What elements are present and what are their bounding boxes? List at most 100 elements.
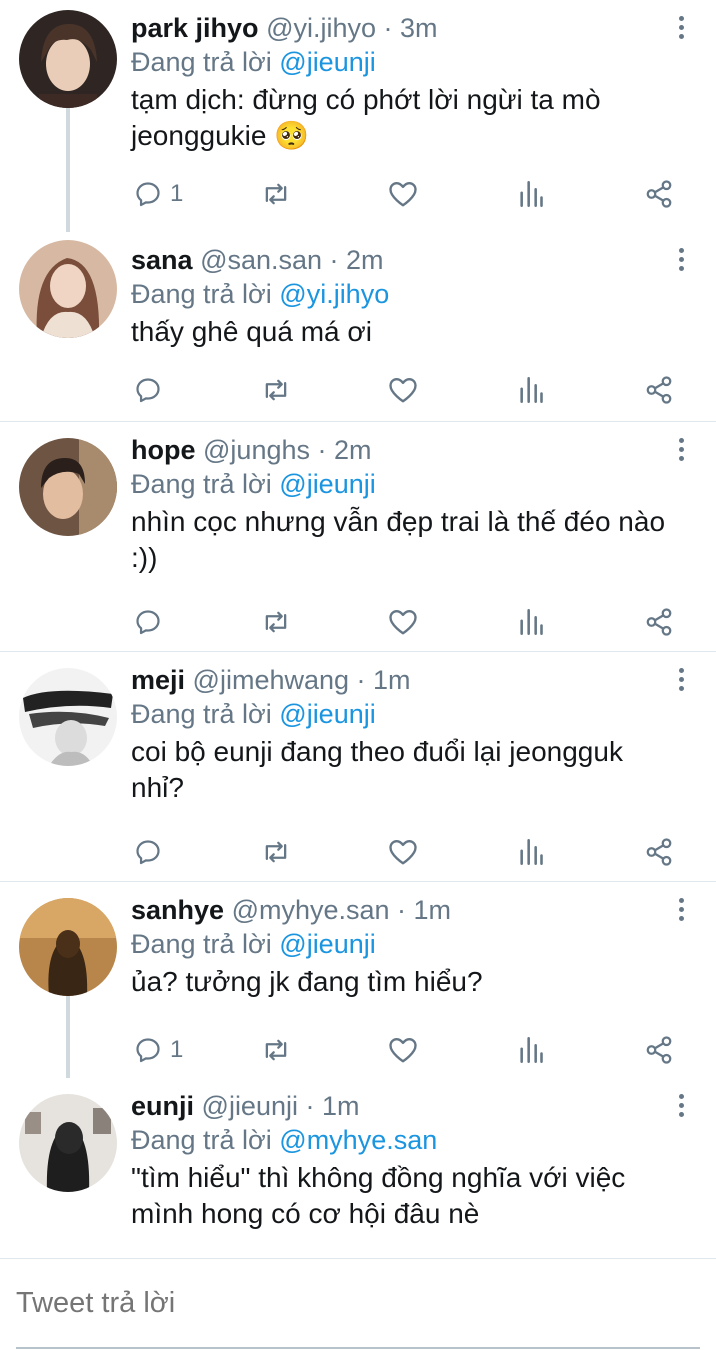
reply-icon xyxy=(136,610,160,635)
retweet-button[interactable] xyxy=(260,832,292,872)
more-icon[interactable] xyxy=(670,668,692,694)
reply-button[interactable]: 1 xyxy=(134,174,183,214)
stats-button[interactable] xyxy=(518,1030,544,1070)
like-icon xyxy=(389,1037,417,1063)
avatar[interactable] xyxy=(19,1094,117,1192)
reply-input[interactable] xyxy=(16,1287,393,1320)
reply-to-handle[interactable]: @myhye.san xyxy=(279,1125,437,1155)
stats-icon xyxy=(520,839,543,865)
reply-count: 1 xyxy=(170,180,184,207)
tweet-actions xyxy=(0,602,716,642)
stats-button[interactable] xyxy=(518,370,544,410)
retweet-icon xyxy=(265,841,287,863)
reply-prefix: Đang trả lời xyxy=(131,469,272,499)
share-icon xyxy=(646,1036,672,1064)
share-button[interactable] xyxy=(644,370,674,410)
avatar[interactable] xyxy=(19,668,117,766)
like-button[interactable] xyxy=(388,832,418,872)
reply-icon xyxy=(136,840,160,865)
display-name[interactable]: park jihyo xyxy=(131,13,259,43)
retweet-icon xyxy=(265,611,287,633)
stats-button[interactable] xyxy=(518,174,544,214)
retweet-button[interactable] xyxy=(260,174,292,214)
like-icon xyxy=(389,609,417,635)
tweet[interactable]: sana @san.san · 2m Đang trả lời @yi.jihy… xyxy=(0,232,716,422)
like-button[interactable] xyxy=(388,370,418,410)
stats-button[interactable] xyxy=(518,832,544,872)
reply-context: Đang trả lời @yi.jihyo xyxy=(131,278,389,310)
share-button[interactable] xyxy=(644,602,674,642)
retweet-button[interactable] xyxy=(260,1030,292,1070)
tweet-actions xyxy=(0,370,716,410)
reply-context: Đang trả lời @jieunji xyxy=(131,928,376,960)
tweet-header: eunji @jieunji · 1m xyxy=(131,1090,359,1122)
reply-icon xyxy=(136,378,160,403)
tweet-text: tạm dịch: đừng có phớt lời ngừi ta mò je… xyxy=(131,84,601,151)
avatar[interactable] xyxy=(19,10,117,108)
retweet-icon xyxy=(265,379,287,401)
tweet[interactable]: sanhye @myhye.san · 1m Đang trả lời @jie… xyxy=(0,882,716,1078)
tweet[interactable]: eunji @jieunji · 1m Đang trả lời @myhye.… xyxy=(0,1078,716,1258)
reply-icon xyxy=(136,1038,160,1063)
display-name[interactable]: meji xyxy=(131,665,185,695)
tweet-text: nhìn cọc nhưng vẫn đẹp trai là thế đéo n… xyxy=(131,506,666,573)
like-button[interactable] xyxy=(388,602,418,642)
reply-button[interactable] xyxy=(134,832,170,872)
reply-context: Đang trả lời @myhye.san xyxy=(131,1124,437,1156)
like-icon xyxy=(389,839,417,865)
like-icon xyxy=(389,181,417,207)
reply-to-handle[interactable]: @jieunji xyxy=(279,469,375,499)
handle-time: @junghs · 2m xyxy=(203,435,372,465)
retweet-icon xyxy=(265,1039,287,1061)
reply-button[interactable] xyxy=(134,370,170,410)
more-icon[interactable] xyxy=(670,438,692,464)
tweet-header: park jihyo @yi.jihyo · 3m xyxy=(131,12,438,44)
reply-icon xyxy=(136,182,160,207)
reply-to-handle[interactable]: @yi.jihyo xyxy=(279,279,389,309)
handle-time: @yi.jihyo · 3m xyxy=(266,13,438,43)
display-name[interactable]: sana xyxy=(131,245,193,275)
tweet[interactable]: meji @jimehwang · 1m Đang trả lời @jieun… xyxy=(0,652,716,882)
tweet-actions: 1 xyxy=(0,1030,716,1070)
reply-button[interactable]: 1 xyxy=(134,1030,183,1070)
handle-time: @jieunji · 1m xyxy=(201,1091,360,1121)
avatar[interactable] xyxy=(19,240,117,338)
tweet-actions: 1 xyxy=(0,174,716,214)
share-button[interactable] xyxy=(644,174,674,214)
reply-button[interactable] xyxy=(134,602,170,642)
like-button[interactable] xyxy=(388,174,418,214)
reply-prefix: Đang trả lời xyxy=(131,929,272,959)
reply-context: Đang trả lời @jieunji xyxy=(131,698,376,730)
handle-time: @jimehwang · 1m xyxy=(192,665,411,695)
stats-icon xyxy=(520,181,543,207)
avatar[interactable] xyxy=(19,898,117,996)
tweet-header: meji @jimehwang · 1m xyxy=(131,664,411,696)
handle-time: @myhye.san · 1m xyxy=(231,895,452,925)
tweet-header: sanhye @myhye.san · 1m xyxy=(131,894,451,926)
stats-icon xyxy=(520,609,543,635)
reply-to-handle[interactable]: @jieunji xyxy=(279,929,375,959)
tweet[interactable]: hope @junghs · 2m Đang trả lời @jieunji … xyxy=(0,422,716,652)
more-icon[interactable] xyxy=(670,1094,692,1120)
reply-to-handle[interactable]: @jieunji xyxy=(279,699,375,729)
stats-button[interactable] xyxy=(518,602,544,642)
retweet-button[interactable] xyxy=(260,602,292,642)
more-icon[interactable] xyxy=(670,16,692,42)
reply-prefix: Đang trả lời xyxy=(131,699,272,729)
more-icon[interactable] xyxy=(670,898,692,924)
tweet-text: coi bộ eunji đang theo đuổi lại jeongguk… xyxy=(131,736,623,803)
display-name[interactable]: hope xyxy=(131,435,196,465)
display-name[interactable]: eunji xyxy=(131,1091,194,1121)
display-name[interactable]: sanhye xyxy=(131,895,224,925)
retweet-icon xyxy=(265,183,287,205)
tweet[interactable]: park jihyo @yi.jihyo · 3m Đang trả lời @… xyxy=(0,0,716,232)
retweet-button[interactable] xyxy=(260,370,292,410)
reply-compose-bar xyxy=(0,1258,716,1350)
share-button[interactable] xyxy=(644,832,674,872)
reply-prefix: Đang trả lời xyxy=(131,47,272,77)
more-icon[interactable] xyxy=(670,248,692,274)
share-button[interactable] xyxy=(644,1030,674,1070)
avatar[interactable] xyxy=(19,438,117,536)
reply-to-handle[interactable]: @jieunji xyxy=(279,47,375,77)
like-button[interactable] xyxy=(388,1030,418,1070)
